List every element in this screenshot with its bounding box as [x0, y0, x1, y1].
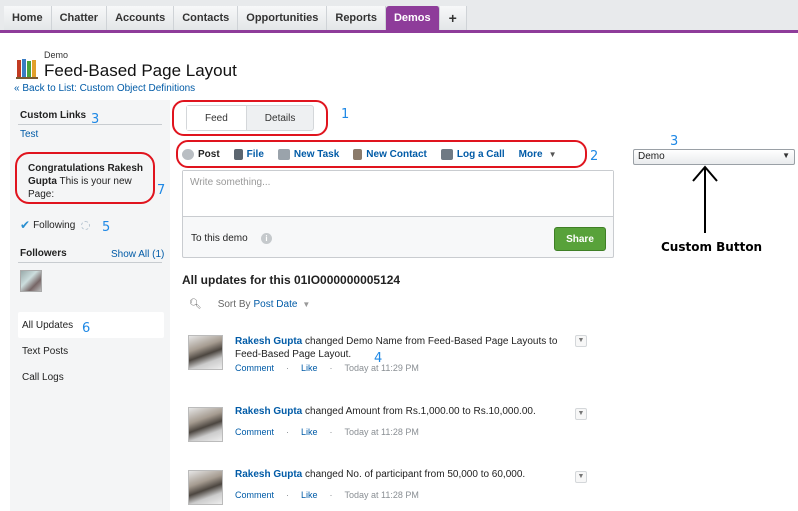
nav-text-posts[interactable]: Text Posts	[18, 338, 164, 364]
post-text-input[interactable]: Write something...	[183, 171, 613, 217]
tab-accounts[interactable]: Accounts	[107, 6, 175, 30]
separator: ·	[286, 490, 290, 500]
feed-item-actions: Comment · Like · Today at 11:28 PM	[235, 427, 419, 437]
comment-link[interactable]: Comment	[235, 490, 274, 500]
tab-home[interactable]: Home	[4, 6, 52, 30]
follower-avatar[interactable]	[20, 270, 42, 292]
custom-links-heading: Custom Links	[20, 110, 87, 121]
author-link[interactable]: Rakesh Gupta	[235, 406, 302, 417]
tab-reports[interactable]: Reports	[327, 6, 386, 30]
separator: ·	[329, 363, 333, 373]
feed-item-text: Rakesh Gupta changed Demo Name from Feed…	[235, 335, 575, 361]
author-link[interactable]: Rakesh Gupta	[235, 469, 302, 480]
followers-heading: Followers	[20, 248, 67, 259]
back-to-list-link[interactable]: « Back to List: Custom Object Definition…	[14, 83, 195, 94]
like-link[interactable]: Like	[301, 490, 318, 500]
divider	[18, 262, 162, 263]
custom-select-value: Demo	[638, 151, 665, 162]
sort-value: Post Date	[253, 299, 298, 310]
avatar[interactable]	[188, 335, 223, 370]
change-text: changed Amount from Rs.1,000.00 to Rs.10…	[302, 406, 536, 417]
annotation-box-congrats	[15, 152, 155, 204]
author-link[interactable]: Rakesh Gupta	[235, 336, 302, 347]
like-link[interactable]: Like	[301, 427, 318, 437]
following-label: Following	[33, 219, 76, 231]
avatar[interactable]	[188, 470, 223, 505]
feed-item: Rakesh Gupta changed Amount from Rs.1,00…	[188, 405, 608, 465]
annotation-number: 4	[374, 351, 383, 366]
feed-item-menu[interactable]: ▼	[575, 335, 587, 347]
chevron-down-icon: ▼	[782, 151, 790, 160]
tab-list: Home Chatter Accounts Contacts Opportuni…	[4, 6, 467, 30]
annotation-box-tabs	[172, 100, 328, 136]
object-label: Demo	[44, 50, 69, 60]
tab-demos[interactable]: Demos	[385, 6, 440, 30]
custom-link-test[interactable]: Test	[20, 129, 38, 140]
chevron-down-icon: ▼	[302, 300, 311, 309]
feed-item-text: Rakesh Gupta changed Amount from Rs.1,00…	[235, 405, 575, 418]
check-icon: ✔	[20, 218, 31, 232]
feed-item-text: Rakesh Gupta changed No. of participant …	[235, 468, 575, 481]
annotation-number: 2	[590, 149, 599, 164]
tab-contacts[interactable]: Contacts	[174, 6, 239, 30]
annotation-number: 3	[670, 134, 679, 149]
show-all-link[interactable]: Show All (1)	[111, 249, 164, 260]
change-text: changed No. of participant from 50,000 t…	[302, 469, 526, 480]
annotation-number: 7	[157, 183, 166, 198]
nav-all-updates[interactable]: All Updates	[18, 312, 164, 338]
annotation-box-publisher	[176, 140, 587, 168]
info-icon[interactable]: i	[261, 233, 272, 244]
following-toggle[interactable]: ✔ Following	[20, 218, 91, 232]
tab-chatter[interactable]: Chatter	[51, 6, 108, 30]
feed-item-actions: Comment · Like · Today at 11:28 PM	[235, 490, 419, 500]
avatar[interactable]	[188, 407, 223, 442]
tab-accent-line	[0, 30, 798, 33]
feed-item-menu[interactable]: ▼	[575, 408, 587, 420]
timestamp: Today at 11:28 PM	[344, 427, 419, 437]
comment-link[interactable]: Comment	[235, 427, 274, 437]
search-icon[interactable]: 🔍︎	[189, 299, 202, 310]
separator: ·	[329, 427, 333, 437]
feed-item-menu[interactable]: ▼	[575, 471, 587, 483]
timestamp: Today at 11:28 PM	[344, 490, 419, 500]
tab-opportunities[interactable]: Opportunities	[238, 6, 328, 30]
arrow-up-icon	[692, 165, 718, 233]
separator: ·	[286, 363, 290, 373]
custom-button-caption: Custom Button	[661, 240, 763, 254]
comment-link[interactable]: Comment	[235, 363, 274, 373]
annotation-number: 3	[91, 112, 100, 127]
feed-item: Rakesh Gupta changed No. of participant …	[188, 468, 608, 511]
annotation-number: 6	[82, 321, 91, 336]
feed-item-actions: Comment · Like · Today at 11:29 PM	[235, 363, 419, 373]
like-link[interactable]: Like	[301, 363, 318, 373]
separator: ·	[286, 427, 290, 437]
updates-title: All updates for this 01IO000000005124	[182, 273, 401, 287]
feed-item: Rakesh Gupta changed Demo Name from Feed…	[188, 335, 608, 395]
separator: ·	[329, 490, 333, 500]
loading-icon	[81, 220, 91, 230]
post-target-label: To this demo	[191, 233, 248, 244]
sort-label: Sort By	[217, 299, 251, 310]
annotation-number: 5	[102, 220, 111, 235]
divider	[18, 124, 162, 125]
annotation-number: 1	[341, 107, 350, 122]
sort-control[interactable]: 🔍︎ Sort By Post Date ▼	[189, 299, 310, 310]
share-button[interactable]: Share	[554, 227, 606, 251]
publisher: Write something... To this demo i Share	[182, 170, 614, 258]
tab-add[interactable]: +	[439, 6, 467, 30]
nav-call-logs[interactable]: Call Logs	[18, 364, 164, 390]
books-icon	[16, 59, 38, 79]
tab-bar: Home Chatter Accounts Contacts Opportuni…	[0, 0, 798, 33]
page-title: Feed-Based Page Layout	[44, 61, 237, 80]
